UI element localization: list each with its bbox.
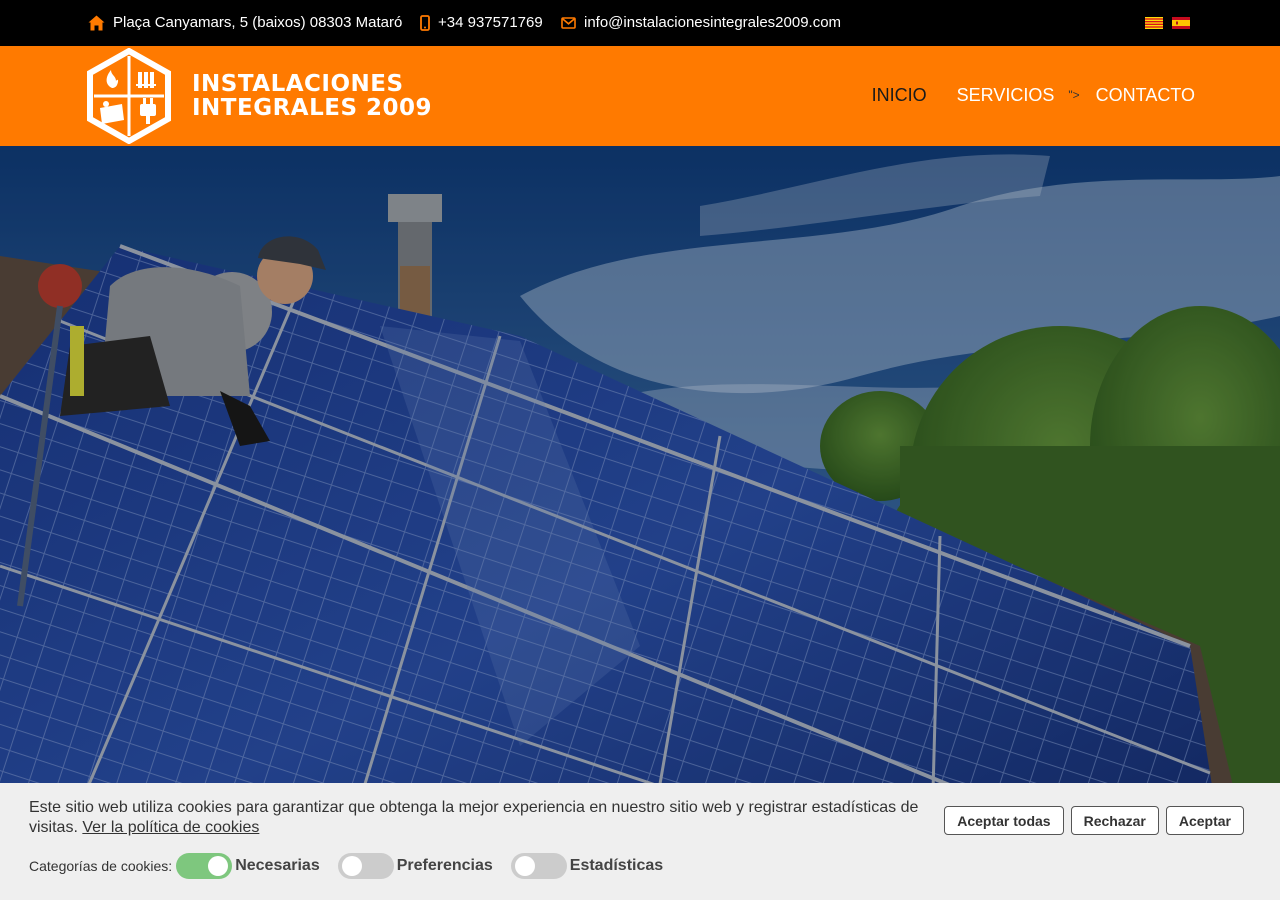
- email-text[interactable]: info@instalacionesintegrales2009.com: [584, 13, 841, 33]
- category-estadisticas: Estadísticas: [510, 853, 664, 879]
- catalan-flag-icon[interactable]: [1145, 17, 1163, 29]
- logo-line-1: INSTALACIONES: [192, 71, 404, 97]
- estadisticas-toggle[interactable]: [510, 853, 567, 879]
- toggle-knob: [514, 856, 535, 876]
- preferencias-toggle[interactable]: [337, 853, 394, 879]
- toggle-knob: [341, 856, 362, 876]
- email-item[interactable]: info@instalacionesintegrales2009.com: [561, 13, 841, 33]
- cookie-message: Este sitio web utiliza cookies para gara…: [29, 798, 929, 838]
- reject-button[interactable]: Rechazar: [1070, 806, 1159, 835]
- mobile-phone-icon: [420, 15, 430, 31]
- phone-text[interactable]: +34 937571769: [438, 13, 543, 33]
- language-selector: [1145, 17, 1190, 29]
- company-logo-icon: [87, 48, 171, 144]
- site-header: INSTALACIONES INTEGRALES 2009 INICIO SER…: [0, 46, 1280, 146]
- accept-button[interactable]: Aceptar: [1165, 806, 1244, 835]
- nav-item-inicio[interactable]: INICIO: [872, 84, 927, 106]
- category-preferencias: Preferencias: [337, 853, 493, 879]
- top-info-bar: Plaça Canyamars, 5 (baixos) 08303 Mataró…: [0, 0, 1280, 46]
- accept-all-button[interactable]: Aceptar todas: [944, 806, 1064, 835]
- logo-wordmark: INSTALACIONES INTEGRALES 2009: [192, 72, 432, 120]
- address-item: Plaça Canyamars, 5 (baixos) 08303 Mataró: [88, 13, 402, 33]
- logo-line-2: INTEGRALES 2009: [192, 95, 433, 121]
- nav-item-servicios[interactable]: SERVICIOS: [957, 84, 1055, 106]
- cookie-consent-banner: Este sitio web utiliza cookies para gara…: [0, 783, 1280, 900]
- cookie-policy-link[interactable]: Ver la política de cookies: [82, 819, 259, 836]
- site-logo[interactable]: INSTALACIONES INTEGRALES 2009: [86, 48, 432, 144]
- spanish-flag-icon[interactable]: [1172, 17, 1190, 29]
- home-icon: [88, 15, 105, 31]
- cookie-categories-label: Categorías de cookies:: [29, 858, 173, 874]
- address-text: Plaça Canyamars, 5 (baixos) 08303 Mataró: [113, 14, 403, 31]
- nav-item-contacto[interactable]: CONTACTO: [1096, 84, 1195, 106]
- cookie-categories: Categorías de cookies: Necesarias Prefer…: [29, 853, 681, 879]
- envelope-icon: [561, 17, 576, 29]
- estadisticas-label: Estadísticas: [569, 857, 664, 874]
- main-nav: INICIO SERVICIOS "> CONTACTO: [872, 84, 1195, 106]
- necesarias-label: Necesarias: [235, 857, 320, 874]
- preferencias-label: Preferencias: [396, 857, 493, 874]
- stray-markup-text: ">: [1068, 88, 1080, 102]
- phone-item[interactable]: +34 937571769: [420, 13, 543, 33]
- toggle-knob: [208, 856, 229, 876]
- cookie-actions: Aceptar todas Rechazar Aceptar: [944, 806, 1244, 835]
- category-necesarias: Necesarias: [176, 853, 320, 879]
- necesarias-toggle[interactable]: [176, 853, 233, 879]
